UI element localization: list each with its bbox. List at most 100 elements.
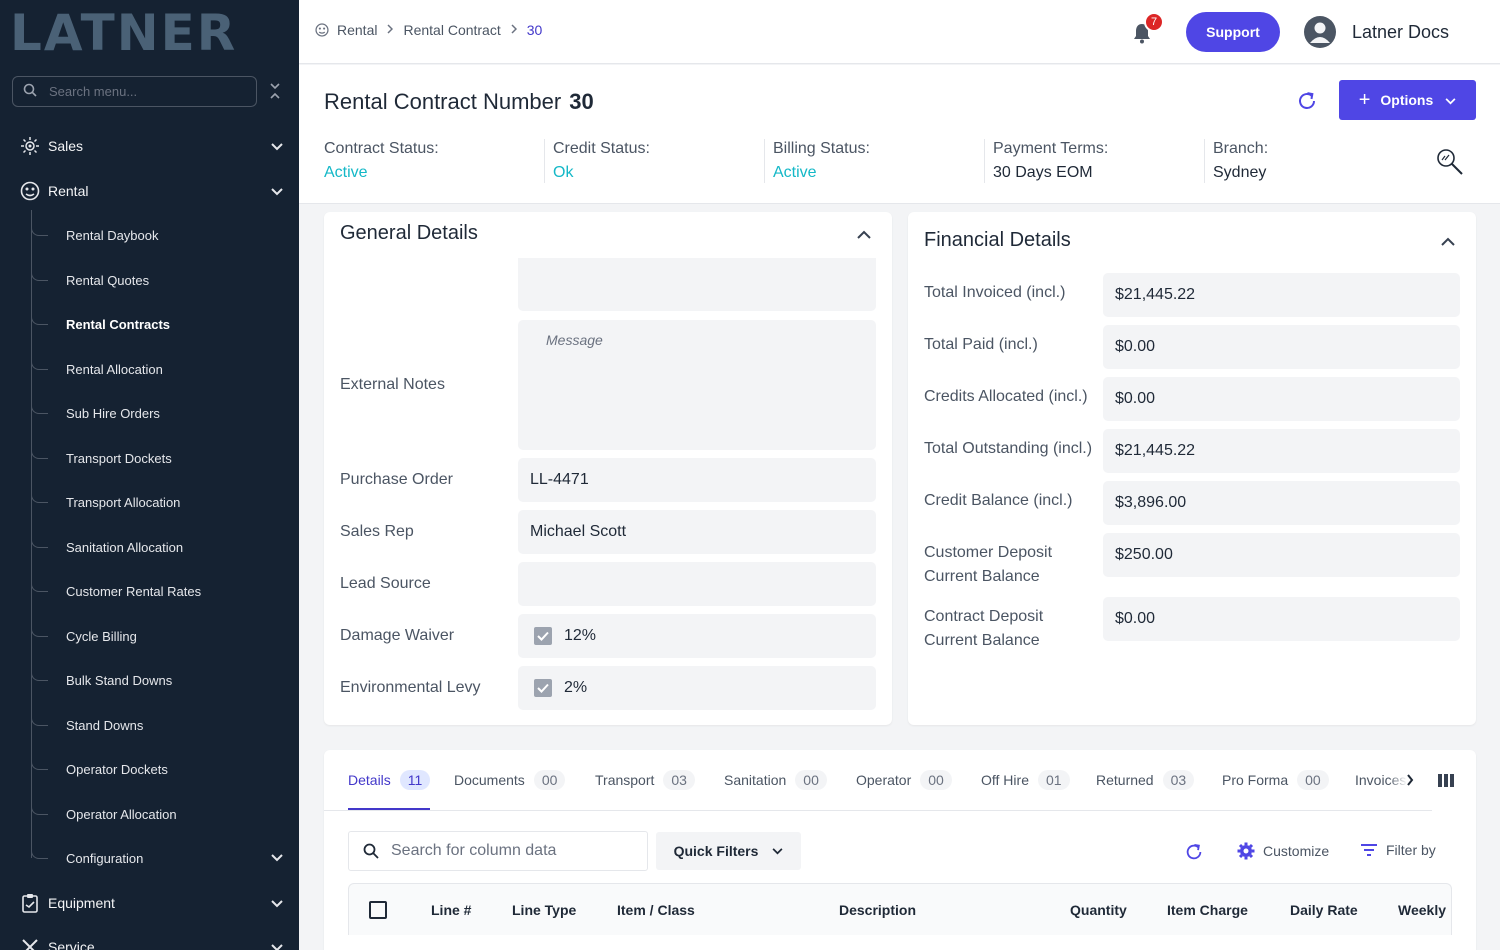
external-notes-textarea[interactable]: Message xyxy=(518,320,876,450)
sidebar-item-stand-downs[interactable]: Stand Downs xyxy=(31,710,143,740)
credit-balance-field: $3,896.00 xyxy=(1103,481,1460,525)
damage-waiver-value: 12% xyxy=(564,627,597,644)
sales-rep-field[interactable]: Michael Scott xyxy=(518,510,876,554)
sidebar-search-input[interactable]: Search menu... xyxy=(12,76,257,107)
quick-filters-button[interactable]: Quick Filters xyxy=(656,832,801,870)
sidebar-item-operator-allocation[interactable]: Operator Allocation xyxy=(31,799,177,829)
contract-status: Contract Status: Active xyxy=(324,140,439,182)
tab-label: Operator xyxy=(856,772,912,788)
sidebar-group-service[interactable]: Service xyxy=(0,927,299,950)
tab-label: Documents xyxy=(454,772,525,788)
sidebar-group-equipment[interactable]: Equipment xyxy=(0,883,299,923)
sidebar-group-rental[interactable]: Rental xyxy=(0,171,299,211)
grid-refresh-icon[interactable] xyxy=(1184,842,1204,862)
tab-invoices[interactable]: Invoices xyxy=(1355,770,1407,790)
chevron-down-icon xyxy=(271,895,283,911)
column-header-line[interactable]: Line # xyxy=(431,902,471,918)
payment-terms: Payment Terms: 30 Days EOM xyxy=(993,140,1108,182)
sidebar-item-customer-rental-rates[interactable]: Customer Rental Rates xyxy=(31,576,201,606)
tab-sanitation[interactable]: Sanitation 00 xyxy=(724,770,827,790)
options-label: Options xyxy=(1380,92,1434,108)
sidebar-item-operator-dockets[interactable]: Operator Dockets xyxy=(31,754,168,784)
filter-by-button[interactable]: Filter by xyxy=(1361,842,1436,858)
avatar[interactable] xyxy=(1304,16,1336,48)
sidebar-item-sanitation-allocation[interactable]: Sanitation Allocation xyxy=(31,532,183,562)
tab-count: 00 xyxy=(795,770,827,790)
stat-label: Credit Status: xyxy=(553,140,650,157)
damage-waiver-label: Damage Waiver xyxy=(340,627,455,644)
lead-source-field[interactable] xyxy=(518,562,876,606)
purchase-order-field[interactable]: LL-4471 xyxy=(518,458,876,502)
env-levy-checkbox[interactable] xyxy=(534,679,552,697)
tab-off-hire[interactable]: Off Hire 01 xyxy=(981,770,1070,790)
collapse-sidebar-icon[interactable] xyxy=(268,82,282,101)
sidebar-item-rental-quotes[interactable]: Rental Quotes xyxy=(31,265,149,295)
column-header-daily-rate[interactable]: Daily Rate xyxy=(1290,902,1358,918)
column-header-item-class[interactable]: Item / Class xyxy=(617,902,695,918)
sidebar-item-label: Sub Hire Orders xyxy=(66,405,160,421)
column-search-input[interactable]: Search for column data xyxy=(348,831,648,871)
tab-transport[interactable]: Transport 03 xyxy=(595,770,695,790)
column-header-item-charge[interactable]: Item Charge xyxy=(1167,902,1248,918)
divider xyxy=(764,139,765,183)
sidebar-item-rental-allocation[interactable]: Rental Allocation xyxy=(31,354,163,384)
breadcrumb-rental[interactable]: Rental xyxy=(337,22,377,38)
stat-value: 30 Days EOM xyxy=(993,164,1093,181)
columns-icon[interactable] xyxy=(1438,774,1454,792)
sidebar-item-transport-dockets[interactable]: Transport Dockets xyxy=(31,443,172,473)
chevron-down-icon xyxy=(271,854,283,862)
customer-deposit-field: $250.00 xyxy=(1103,533,1460,577)
total-outstanding-field: $21,445.22 xyxy=(1103,429,1460,473)
select-all-checkbox[interactable] xyxy=(369,901,387,919)
tab-documents[interactable]: Documents 00 xyxy=(454,770,566,790)
tab-details[interactable]: Details 11 xyxy=(348,770,431,790)
sidebar-item-bulk-stand-downs[interactable]: Bulk Stand Downs xyxy=(31,665,172,695)
sidebar-item-label: Transport Allocation xyxy=(66,494,181,510)
billing-status: Billing Status: Active xyxy=(773,140,870,182)
customize-button[interactable]: Customize xyxy=(1237,842,1329,860)
lead-source-label: Lead Source xyxy=(340,575,431,592)
chevron-right-icon[interactable] xyxy=(1406,773,1414,791)
sidebar-item-rental-daybook[interactable]: Rental Daybook xyxy=(31,220,159,250)
external-notes-label: External Notes xyxy=(340,376,445,393)
sidebar-item-label: Sanitation Allocation xyxy=(66,539,184,555)
total-invoiced-field: $21,445.22 xyxy=(1103,273,1460,317)
chevron-up-icon[interactable] xyxy=(1441,233,1455,246)
tab-operator[interactable]: Operator 00 xyxy=(856,770,952,790)
sidebar-group-label: Service xyxy=(48,939,95,950)
sidebar-group-sales[interactable]: Sales xyxy=(0,126,299,166)
sidebar-item-label: Customer Rental Rates xyxy=(66,583,202,599)
tab-label: Transport xyxy=(595,772,655,788)
column-header-line-type[interactable]: Line Type xyxy=(512,902,576,918)
total-paid-field: $0.00 xyxy=(1103,325,1460,369)
sidebar-item-sub-hire-orders[interactable]: Sub Hire Orders xyxy=(31,398,160,428)
fin-label: Total Invoiced (incl.) xyxy=(924,284,1066,301)
document-search-icon[interactable] xyxy=(1435,147,1465,177)
sidebar-item-transport-allocation[interactable]: Transport Allocation xyxy=(31,487,180,517)
column-header-weekly[interactable]: Weekly xyxy=(1398,902,1446,918)
column-header-description[interactable]: Description xyxy=(839,902,916,918)
sidebar-item-rental-contracts[interactable]: Rental Contracts xyxy=(31,309,170,339)
refresh-icon[interactable] xyxy=(1296,90,1318,112)
tab-count: 03 xyxy=(1162,770,1195,790)
tab-count: 00 xyxy=(920,770,952,790)
env-levy-value: 2% xyxy=(564,679,588,696)
sidebar-item-configuration[interactable]: Configuration xyxy=(31,843,283,873)
chevron-up-icon[interactable] xyxy=(857,226,871,239)
damage-waiver-checkbox[interactable] xyxy=(534,627,552,645)
fin-label: Total Paid (incl.) xyxy=(924,336,1038,353)
user-name[interactable]: Latner Docs xyxy=(1352,22,1449,43)
column-header-quantity[interactable]: Quantity xyxy=(1070,902,1127,918)
tab-returned[interactable]: Returned 03 xyxy=(1096,770,1195,790)
sidebar-group-label: Rental xyxy=(48,183,89,199)
filter-by-label: Filter by xyxy=(1386,842,1436,858)
sidebar-item-cycle-billing[interactable]: Cycle Billing xyxy=(31,621,137,651)
address-field[interactable] xyxy=(518,258,876,311)
stat-label: Payment Terms: xyxy=(993,140,1109,157)
breadcrumb-rental-contract[interactable]: Rental Contract xyxy=(403,22,500,38)
divider xyxy=(544,139,545,183)
filter-icon xyxy=(1361,844,1377,856)
options-button[interactable]: + Options xyxy=(1339,80,1476,120)
support-button[interactable]: Support xyxy=(1186,12,1280,52)
tab-pro-forma[interactable]: Pro Forma 00 xyxy=(1222,770,1329,790)
